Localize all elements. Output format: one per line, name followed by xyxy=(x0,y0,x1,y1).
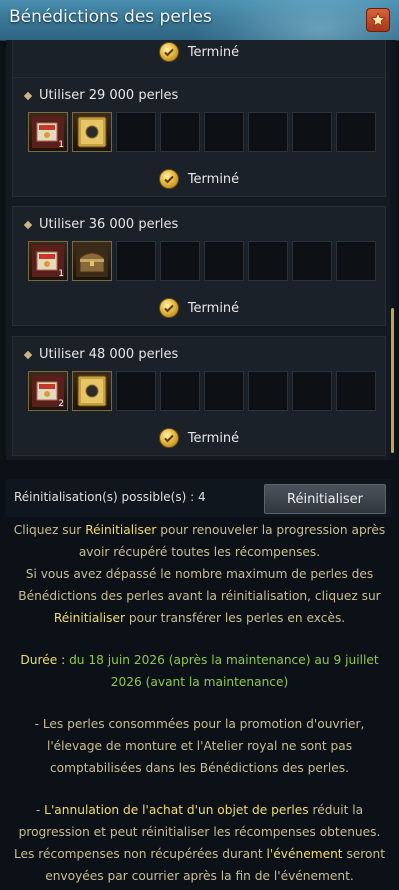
reward-tier: Utiliser 48 000 perles 2 Terminé xyxy=(12,336,386,456)
item-count-badge: 2 xyxy=(58,399,64,409)
reward-item-slot[interactable] xyxy=(72,112,112,152)
check-icon xyxy=(158,298,179,318)
empty-slot xyxy=(160,241,200,281)
empty-slot xyxy=(160,112,200,152)
reset-highlight: Réinitialiser xyxy=(85,523,157,537)
star-icon xyxy=(370,12,386,27)
empty-slot xyxy=(336,112,376,152)
reward-item-slot[interactable]: 2 xyxy=(28,371,68,411)
empty-slot xyxy=(336,371,376,411)
empty-slot xyxy=(116,241,156,281)
status-label: Terminé xyxy=(187,171,240,187)
reset-section: Réinitialisation(s) possible(s) : 4 Réin… xyxy=(0,461,399,890)
empty-slot xyxy=(248,241,288,281)
reset-count-label: Réinitialisation(s) possible(s) : 4 xyxy=(14,490,206,504)
empty-slot xyxy=(248,112,288,152)
check-icon xyxy=(158,428,179,448)
reward-item-slot[interactable] xyxy=(72,241,112,281)
info-note-2: - L'annulation de l'achat d'un objet de … xyxy=(13,803,386,883)
tier-label: Utiliser 48 000 perles xyxy=(39,347,179,362)
reward-tier: Utiliser 29 000 perles 1 Terminé xyxy=(12,77,386,197)
empty-slot xyxy=(292,241,332,281)
treasure-chest-icon xyxy=(76,245,108,277)
reset-button[interactable]: Réinitialiser xyxy=(264,484,386,514)
gold-coin-card-icon xyxy=(77,116,107,148)
tier-status: Terminé xyxy=(13,168,385,190)
tier-status: Terminé xyxy=(13,297,385,319)
duration-text: Durée : du 18 juin 2026 (après la mainte… xyxy=(20,653,379,689)
empty-slot xyxy=(116,371,156,411)
bullet-diamond-icon xyxy=(23,350,33,359)
reward-item-slot[interactable]: 1 xyxy=(28,241,68,281)
empty-slot xyxy=(116,112,156,152)
info-paragraph-1: Cliquez sur Réinitialiser pour renouvele… xyxy=(13,523,386,559)
gold-coin-card-icon xyxy=(77,375,107,407)
check-icon xyxy=(158,42,179,62)
item-count-badge: 1 xyxy=(58,140,64,150)
empty-slot xyxy=(292,371,332,411)
bullet-diamond-icon xyxy=(23,91,33,100)
reset-bar: Réinitialisation(s) possible(s) : 4 Réin… xyxy=(6,479,391,517)
status-label: Terminé xyxy=(187,300,240,316)
empty-slot xyxy=(336,241,376,281)
empty-slot xyxy=(292,112,332,152)
scrollbar-thumb[interactable] xyxy=(391,308,394,453)
tier-label: Utiliser 29 000 perles xyxy=(39,88,179,103)
empty-slot xyxy=(204,371,244,411)
empty-slot xyxy=(160,371,200,411)
check-icon xyxy=(158,169,179,189)
favorite-star-button[interactable] xyxy=(366,8,390,32)
scrollbar[interactable] xyxy=(390,40,396,460)
empty-slot xyxy=(204,241,244,281)
tier-status: Terminé xyxy=(13,427,385,449)
bullet-diamond-icon xyxy=(23,220,33,229)
empty-slot xyxy=(248,371,288,411)
reward-item-slot[interactable]: 1 xyxy=(28,112,68,152)
reward-item-slot[interactable] xyxy=(72,371,112,411)
info-paragraph-2: Si vous avez dépassé le nombre maximum d… xyxy=(18,567,381,625)
reward-tier: Utiliser 36 000 perles 1 Terminé xyxy=(12,206,386,326)
tier-status-previous: Terminé xyxy=(13,41,385,63)
window-title: Bénédictions des perles xyxy=(9,7,212,27)
info-note-1: - Les perles consommées pour la promotio… xyxy=(34,717,365,775)
status-label: Terminé xyxy=(187,430,240,446)
empty-slot xyxy=(204,112,244,152)
tier-label: Utiliser 36 000 perles xyxy=(39,217,179,232)
item-count-badge: 1 xyxy=(58,269,64,279)
rewards-list[interactable]: Terminé Utiliser 29 000 perles 1 Terminé… xyxy=(6,40,391,460)
info-text: Cliquez sur Réinitialiser pour renouvele… xyxy=(10,519,389,887)
status-label: Terminé xyxy=(187,44,240,60)
title-bar[interactable]: Bénédictions des perles xyxy=(0,0,399,41)
reset-highlight: Réinitialiser xyxy=(53,611,125,625)
reward-tier-previous: Terminé xyxy=(12,40,386,80)
